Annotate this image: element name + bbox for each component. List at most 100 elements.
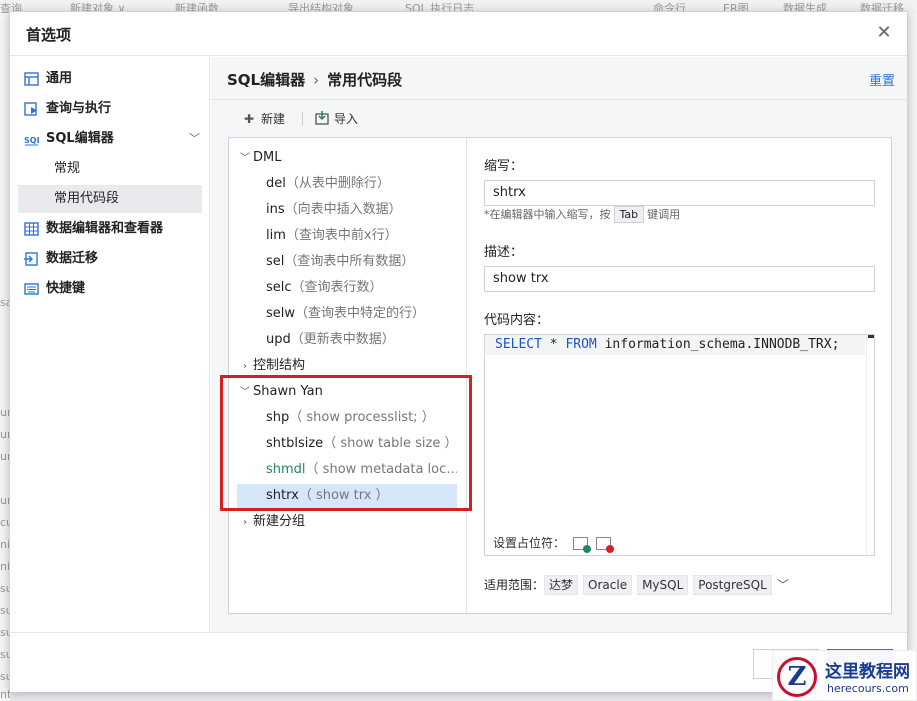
add-placeholder-icon[interactable] bbox=[573, 537, 592, 553]
tree-item-selw[interactable]: selw（查询表中特定的行） bbox=[237, 302, 457, 326]
tree-group-label: Shawn Yan bbox=[253, 384, 323, 399]
import-button[interactable]: 导入 bbox=[315, 108, 358, 130]
dialog-titlebar: 首选项 ✕ bbox=[10, 12, 907, 56]
code-line: SELECT * FROM information_schema.INNODB_… bbox=[485, 335, 865, 355]
preferences-dialog: 首选项 ✕ 通用 查询与执行 SQL SQL编辑器 ﹀ 常规 常用代码段 数据编… bbox=[9, 11, 908, 692]
snippet-abbr: shp bbox=[266, 410, 290, 425]
sidebar-item-data-editor[interactable]: 数据编辑器和查看器 bbox=[18, 215, 202, 243]
snippet-abbr: shtrx bbox=[266, 488, 299, 503]
scope-label: 适用范围： bbox=[484, 578, 545, 592]
code-label: 代码内容： bbox=[484, 313, 550, 328]
keyboard-icon bbox=[24, 283, 39, 295]
breadcrumb: SQL编辑器 › 常用代码段 bbox=[227, 69, 402, 90]
scope-tag: PostgreSQL bbox=[693, 575, 772, 595]
sidebar-item-label: 常规 bbox=[54, 161, 81, 176]
description-input[interactable]: show trx bbox=[484, 266, 875, 292]
snippet-abbr: shmdl bbox=[266, 462, 306, 477]
tree-item-lim[interactable]: lim（查询表中前x行） bbox=[237, 224, 457, 248]
watermark: Z 这里教程网 herecours.com bbox=[772, 650, 917, 701]
placeholder-row: 设置占位符： bbox=[493, 533, 615, 553]
chevron-down-icon[interactable]: ﹀ bbox=[777, 578, 789, 592]
snippet-abbr: selc bbox=[266, 280, 292, 295]
sidebar-item-label: 数据编辑器和查看器 bbox=[46, 221, 164, 236]
tree-item-shp[interactable]: shp（ show processlist; ） bbox=[237, 406, 457, 430]
snippet-desc: （ show table size ） bbox=[323, 436, 457, 451]
sidebar-item-data-migration[interactable]: 数据迁移 bbox=[18, 245, 202, 273]
snippet-tree: ﹀ DML del（从表中删除行） ins（向表中插入数据） lim（查询表中前x… bbox=[220, 138, 472, 613]
sidebar-item-general-sub[interactable]: 常规 bbox=[18, 155, 202, 183]
close-icon[interactable]: ✕ bbox=[873, 22, 895, 44]
watermark-title: 这里教程网 bbox=[825, 662, 910, 682]
tree-item-upd[interactable]: upd（更新表中数据） bbox=[237, 328, 457, 352]
tree-group-label: 新建分组 bbox=[253, 514, 306, 529]
plus-icon: ✚ bbox=[243, 112, 255, 126]
grid-icon bbox=[24, 222, 39, 236]
tree-group-dml[interactable]: ﹀ DML bbox=[237, 146, 457, 170]
sidebar-item-query-execution[interactable]: 查询与执行 bbox=[18, 95, 202, 123]
chevron-down-icon[interactable]: ﹀ bbox=[189, 125, 200, 153]
snippet-desc: （查询表行数） bbox=[291, 280, 383, 295]
tree-group-shawn-yan[interactable]: ﹀ Shawn Yan bbox=[237, 380, 457, 404]
scope-tag: 达梦 bbox=[544, 575, 579, 595]
chevron-right-icon[interactable]: › bbox=[237, 355, 253, 378]
scope-tag: Oracle bbox=[583, 575, 633, 595]
snippet-desc: （更新表中数据） bbox=[290, 332, 395, 347]
preferences-sidebar: 通用 查询与执行 SQL SQL编辑器 ﹀ 常规 常用代码段 数据编辑器和查看器… bbox=[10, 57, 210, 632]
tree-group-new-group[interactable]: › 新建分组 bbox=[237, 510, 457, 534]
import-icon bbox=[315, 111, 329, 125]
hint-text: *在编辑器中输入缩写，按 bbox=[484, 208, 611, 221]
background-right-edge bbox=[908, 14, 917, 701]
dialog-title: 首选项 bbox=[26, 26, 72, 44]
layout-icon bbox=[24, 72, 39, 86]
tree-group-label: DML bbox=[253, 150, 282, 165]
snippet-desc: （从表中删除行） bbox=[285, 176, 390, 191]
code-keyword: SELECT bbox=[495, 337, 542, 352]
code-keyword: FROM bbox=[565, 337, 597, 352]
sidebar-item-label: SQL编辑器 bbox=[46, 131, 114, 146]
snippet-abbr: del bbox=[266, 176, 286, 191]
sql-icon: SQL bbox=[24, 136, 39, 146]
tree-item-shtrx[interactable]: shtrx（ show trx ） bbox=[237, 484, 457, 508]
breadcrumb-sql-editor: SQL编辑器 bbox=[227, 71, 306, 89]
remove-placeholder-icon[interactable] bbox=[596, 537, 615, 553]
tree-item-del[interactable]: del（从表中删除行） bbox=[237, 172, 457, 196]
tree-group-control[interactable]: › 控制结构 bbox=[237, 354, 457, 378]
code-text: * bbox=[541, 337, 566, 352]
snippet-desc: （向表中插入数据） bbox=[284, 202, 402, 217]
sidebar-item-general[interactable]: 通用 bbox=[18, 65, 202, 93]
tree-item-shmdl[interactable]: shmdl（ show metadata loc… bbox=[237, 458, 457, 482]
abbr-input[interactable]: shtrx bbox=[484, 180, 875, 206]
tree-item-sel[interactable]: sel（查询表中所有数据） bbox=[237, 250, 457, 274]
chevron-down-icon[interactable]: ﹀ bbox=[237, 147, 253, 170]
run-query-icon bbox=[24, 102, 37, 116]
snippet-abbr: shtblsize bbox=[266, 436, 324, 451]
watermark-logo: Z bbox=[777, 657, 817, 697]
new-button-label: 新建 bbox=[261, 112, 286, 126]
code-editor[interactable]: SELECT * FROM information_schema.INNODB_… bbox=[484, 334, 875, 556]
sidebar-item-sql-editor[interactable]: SQL SQL编辑器 ﹀ bbox=[18, 125, 202, 153]
tree-item-shtblsize[interactable]: shtblsize（ show table size ） bbox=[237, 432, 457, 456]
snippet-desc: （ show metadata loc… bbox=[305, 462, 457, 477]
reset-link[interactable]: 重置 bbox=[869, 70, 895, 89]
breadcrumb-snippets: 常用代码段 bbox=[327, 71, 403, 89]
snippets-page: SQL编辑器 › 常用代码段 重置 ✚ 新建 导入 ﹀ DML del（从表中删除行） … bbox=[211, 57, 907, 632]
snippet-abbr: sel bbox=[266, 254, 285, 269]
snippet-desc: （查询表中前x行） bbox=[285, 228, 398, 243]
sidebar-item-label: 通用 bbox=[46, 71, 73, 86]
sidebar-item-label: 常用代码段 bbox=[54, 191, 120, 206]
new-snippet-button[interactable]: ✚ 新建 bbox=[241, 108, 285, 130]
chevron-down-icon[interactable]: ﹀ bbox=[237, 381, 253, 404]
code-text: information_schema.INNODB_TRX; bbox=[596, 337, 840, 352]
tree-item-selc[interactable]: selc（查询表行数） bbox=[237, 276, 457, 300]
tree-item-ins[interactable]: ins（向表中插入数据） bbox=[237, 198, 457, 222]
watermark-url: herecours.com bbox=[827, 682, 909, 695]
sidebar-item-label: 数据迁移 bbox=[46, 251, 99, 266]
sidebar-item-label: 快捷键 bbox=[46, 281, 86, 296]
placeholder-label: 设置占位符： bbox=[493, 536, 566, 550]
code-scrollbar[interactable] bbox=[866, 335, 874, 555]
snippet-abbr: lim bbox=[266, 228, 286, 243]
sidebar-item-snippets[interactable]: 常用代码段 bbox=[18, 185, 202, 213]
sidebar-item-shortcuts[interactable]: 快捷键 bbox=[18, 275, 202, 303]
chevron-right-icon[interactable]: › bbox=[237, 511, 253, 534]
scope-row: 适用范围： 达梦 Oracle MySQL PostgreSQL ﹀ bbox=[484, 575, 789, 595]
